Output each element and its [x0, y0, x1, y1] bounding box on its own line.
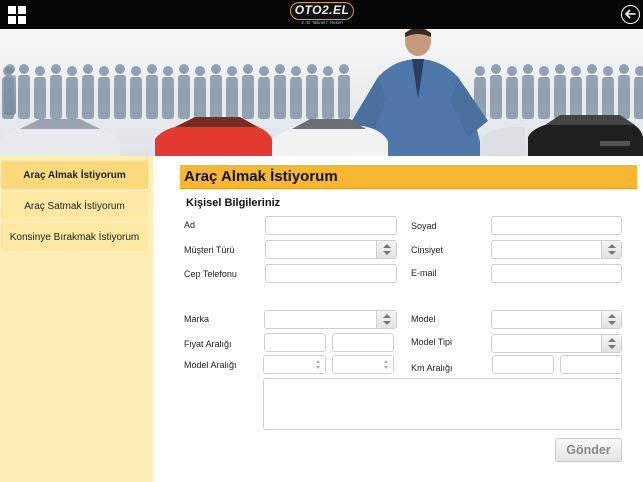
updown-icon — [601, 311, 621, 328]
label-musteri-turu: Müşteri Türü — [184, 245, 235, 255]
logo: OTO2.EL 2. El ''Bilinen'' Hekim — [290, 2, 354, 27]
label-model-tipi: Model Tipi — [411, 337, 453, 347]
model-select[interactable] — [491, 310, 622, 329]
marka-select[interactable] — [264, 310, 397, 329]
page-title: Araç Almak İstiyorum — [184, 168, 338, 185]
ad-input[interactable] — [265, 216, 397, 235]
logo-text: OTO2.EL — [294, 3, 350, 17]
sidebar-item-arac-almak[interactable]: Araç Almak İstiyorum — [1, 161, 148, 189]
hero-banner-image — [0, 29, 643, 156]
logo-tagline: 2. El ''Bilinen'' Hekim — [301, 20, 343, 25]
label-marka: Marka — [184, 314, 210, 324]
label-email: E-mail — [411, 268, 437, 278]
cep-telefonu-input[interactable] — [265, 264, 397, 283]
updown-icon — [601, 241, 621, 258]
musteri-turu-select[interactable] — [265, 240, 397, 259]
updown-icon — [601, 335, 621, 352]
label-cinsiyet: Cinsiyet — [411, 245, 444, 255]
notes-textarea[interactable] — [263, 378, 622, 430]
label-fiyat-araligi: Fiyat Aralığı — [184, 339, 232, 349]
back-button[interactable] — [621, 5, 640, 24]
sidebar-item-label: Araç Almak İstiyorum — [23, 169, 126, 181]
label-ad: Ad — [184, 220, 196, 230]
label-model-araligi: Model Aralığı — [184, 360, 237, 370]
menu-grid-icon[interactable] — [8, 6, 26, 24]
send-button[interactable]: Gönder — [555, 438, 622, 462]
send-button-label: Gönder — [566, 443, 611, 457]
email-input[interactable] — [491, 264, 622, 283]
km-min-input[interactable] — [492, 355, 554, 374]
updown-icon — [376, 241, 396, 258]
updown-icon — [313, 356, 325, 373]
label-km-araligi: Km Aralığı — [411, 363, 453, 373]
updown-icon — [376, 311, 396, 328]
label-cep-telefonu: Cep Telefonu — [184, 269, 237, 279]
sidebar-item-arac-satmak[interactable]: Araç Satmak İstiyorum — [1, 192, 148, 220]
arrow-left-icon — [624, 9, 636, 19]
model-max-select[interactable] — [332, 355, 394, 374]
soyad-input[interactable] — [491, 216, 622, 235]
label-model: Model — [411, 314, 436, 324]
form-title-bar: Araç Almak İstiyorum — [180, 165, 637, 189]
updown-icon — [381, 356, 393, 373]
fiyat-min-input[interactable] — [264, 333, 326, 352]
label-soyad: Soyad — [411, 221, 437, 231]
km-max-input[interactable] — [560, 355, 622, 374]
sidebar-item-label: Konsinye Bırakmak İstiyorum — [9, 231, 140, 243]
section-subtitle: Kişisel Bilgileriniz — [186, 197, 281, 209]
sidebar-item-label: Araç Satmak İstiyorum — [24, 200, 125, 212]
fiyat-max-input[interactable] — [332, 333, 394, 352]
top-bar: OTO2.EL 2. El ''Bilinen'' Hekim — [0, 0, 643, 29]
model-tipi-select[interactable] — [491, 334, 622, 353]
cinsiyet-select[interactable] — [491, 240, 622, 259]
model-min-select[interactable] — [263, 355, 326, 374]
sidebar-item-konsinye[interactable]: Konsinye Bırakmak İstiyorum — [1, 223, 148, 251]
